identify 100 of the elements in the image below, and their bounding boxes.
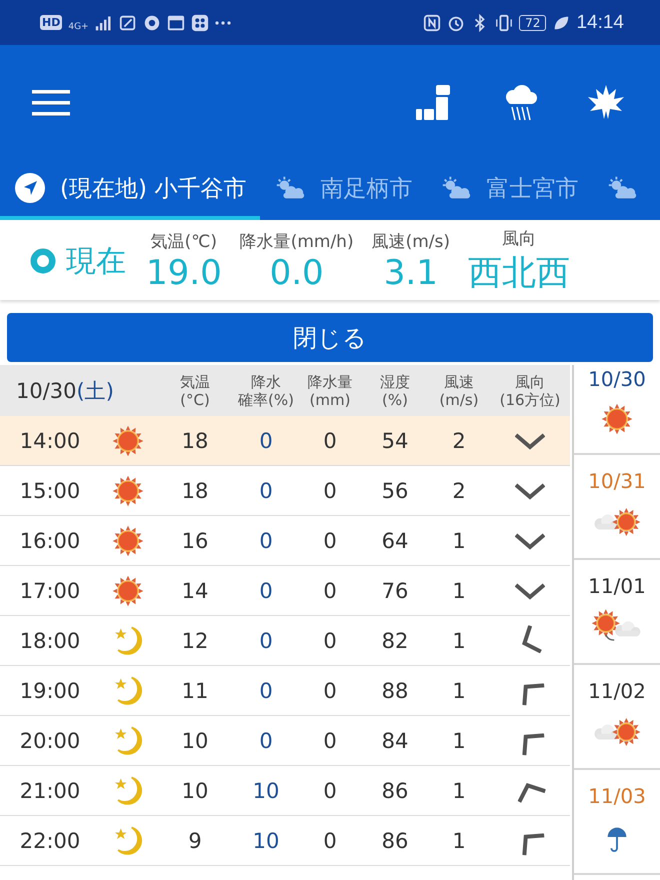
day-cell[interactable]: 10/31 bbox=[574, 455, 660, 560]
wind-speed-cell-text: 1 bbox=[451, 628, 467, 652]
day-cell[interactable]: 11/01 bbox=[574, 560, 660, 665]
time-cell-text: 17:00 bbox=[18, 578, 82, 602]
calendar-icon bbox=[166, 14, 185, 32]
reading-value: 3.1 bbox=[384, 252, 438, 292]
probability-cell-text: 10 bbox=[252, 778, 280, 802]
day-date: 10/31 bbox=[588, 468, 646, 492]
humidity-cell-text: 86 bbox=[380, 778, 410, 802]
probability-cell-text: 0 bbox=[258, 728, 274, 752]
ring-icon bbox=[30, 248, 56, 274]
probability-cell-text: 0 bbox=[258, 628, 274, 652]
apps-icon bbox=[190, 14, 209, 32]
day-date: 10/30 bbox=[588, 367, 646, 391]
battery-icon: 72 bbox=[519, 14, 546, 30]
temperature-cell-text: 14 bbox=[180, 578, 210, 602]
precipitation-cell-text: 0 bbox=[322, 478, 338, 502]
signal-icon bbox=[94, 14, 113, 32]
humidity-cell-text: 76 bbox=[380, 578, 410, 602]
close-button[interactable]: 閉じる bbox=[7, 313, 653, 362]
wind-speed-cell-text: 2 bbox=[451, 478, 467, 502]
humidity-cell-text: 64 bbox=[380, 528, 410, 552]
time-cell-text: 21:00 bbox=[18, 778, 82, 802]
time-cell-text: 15:00 bbox=[18, 478, 82, 502]
temperature-cell-text: 11 bbox=[180, 678, 210, 702]
time-cell-text: 22:00 bbox=[18, 828, 82, 852]
humidity-cell-text: 56 bbox=[380, 478, 410, 502]
temperature-cell-text: 16 bbox=[180, 528, 210, 552]
precipitation-cell-text: 0 bbox=[322, 428, 338, 452]
day-cell[interactable]: 10/30 bbox=[574, 365, 660, 455]
precipitation-cell-text: 0 bbox=[322, 778, 338, 802]
location-tab[interactable]: 富士宮市 bbox=[426, 160, 592, 220]
column-unit: 確率(%) bbox=[238, 390, 294, 408]
column-heading: 風速 bbox=[444, 372, 474, 390]
sun-icon bbox=[599, 401, 635, 437]
humidity-cell-text: 84 bbox=[380, 728, 410, 752]
time-cell-text: 16:00 bbox=[18, 528, 82, 552]
reading-heading: 風向 bbox=[502, 228, 536, 250]
time-cell-text: 18:00 bbox=[18, 628, 82, 652]
temperature-cell-text: 10 bbox=[180, 778, 210, 802]
precipitation-cell-text: 0 bbox=[322, 828, 338, 852]
weekday-label: (土) bbox=[76, 378, 114, 402]
time-cell-text: 14:00 bbox=[18, 428, 82, 452]
current-label: 現在 bbox=[66, 242, 126, 280]
wind-speed-cell-text: 1 bbox=[451, 678, 467, 702]
humidity-cell-text: 86 bbox=[380, 828, 410, 852]
column-heading: 風向 bbox=[515, 372, 545, 390]
humidity-cell-text: 88 bbox=[380, 678, 410, 702]
column-unit: (°C) bbox=[180, 390, 210, 408]
column-unit: (16方位) bbox=[500, 390, 560, 408]
time-cell-text: 19:00 bbox=[18, 678, 82, 702]
column-heading: 湿度 bbox=[380, 372, 410, 390]
day-date: 11/03 bbox=[588, 784, 646, 808]
more-icon bbox=[214, 20, 231, 24]
day-date: 11/01 bbox=[588, 574, 646, 598]
precipitation-cell-text: 0 bbox=[322, 628, 338, 652]
wind-speed-cell-text: 1 bbox=[451, 778, 467, 802]
nfc-icon bbox=[423, 14, 442, 32]
humidity-cell-text: 82 bbox=[380, 628, 410, 652]
time-cell-text: 20:00 bbox=[18, 728, 82, 752]
humidity-cell-text: 54 bbox=[380, 428, 410, 452]
date-label: 10/30 bbox=[16, 378, 77, 402]
temperature-cell-text: 10 bbox=[180, 728, 210, 752]
precipitation-cell-text: 0 bbox=[322, 678, 338, 702]
probability-cell-text: 0 bbox=[258, 428, 274, 452]
wind-speed-cell-text: 1 bbox=[451, 828, 467, 852]
day-cell[interactable]: 11/03 bbox=[574, 770, 660, 875]
network-label: HD bbox=[40, 15, 62, 30]
reading-heading: 風速(m/s) bbox=[372, 230, 450, 252]
wind-speed-cell-text: 2 bbox=[451, 428, 467, 452]
probability-cell-text: 0 bbox=[258, 578, 274, 602]
precipitation-cell-text: 0 bbox=[322, 728, 338, 752]
network-label: 4G+ bbox=[68, 22, 89, 32]
reading-value: 西北西 bbox=[468, 252, 570, 294]
reading-heading: 降水量(mm/h) bbox=[240, 230, 354, 252]
column-unit: (m/s) bbox=[439, 390, 479, 408]
column-unit: (mm) bbox=[310, 390, 350, 408]
clock-time: 14:14 bbox=[576, 12, 624, 34]
column-heading: 降水 bbox=[251, 372, 281, 390]
temperature-cell-text: 18 bbox=[180, 428, 210, 452]
probability-cell-text: 0 bbox=[258, 678, 274, 702]
temperature-cell-text: 12 bbox=[180, 628, 210, 652]
app-icon bbox=[118, 14, 137, 32]
probability-cell-text: 0 bbox=[258, 528, 274, 552]
reading-heading: 気温(℃) bbox=[150, 230, 218, 252]
precipitation-cell-text: 0 bbox=[322, 578, 338, 602]
column-unit: (%) bbox=[382, 390, 408, 408]
day-date: 11/02 bbox=[588, 678, 646, 702]
menu-icon[interactable] bbox=[32, 90, 70, 116]
column-heading: 降水量 bbox=[308, 372, 352, 390]
alarm-icon bbox=[447, 14, 466, 32]
reading-value: 0.0 bbox=[270, 252, 324, 292]
temperature-cell-text: 18 bbox=[180, 478, 210, 502]
leaf-icon bbox=[552, 14, 570, 32]
location-tab[interactable]: 南足柄市 bbox=[260, 160, 426, 220]
temperature-cell-text: 9 bbox=[187, 828, 203, 852]
wind-speed-cell-text: 1 bbox=[451, 728, 467, 752]
day-cell[interactable]: 11/02 bbox=[574, 665, 660, 770]
probability-cell-text: 0 bbox=[258, 478, 274, 502]
probability-cell-text: 10 bbox=[252, 828, 280, 852]
